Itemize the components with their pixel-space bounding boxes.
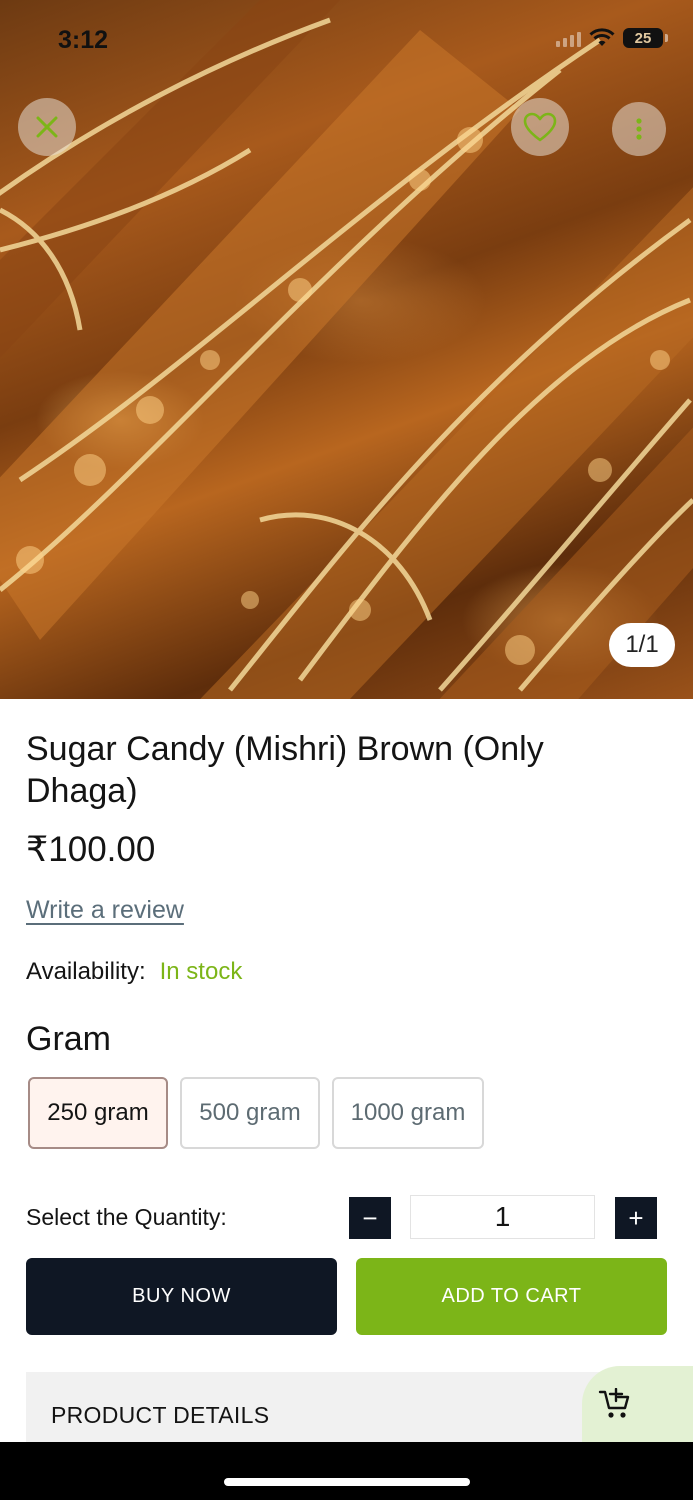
- availability-label: Availability:: [26, 958, 146, 985]
- floating-cart-button[interactable]: [582, 1366, 693, 1442]
- product-price: ₹100.00: [26, 830, 156, 869]
- more-vertical-icon: [636, 118, 642, 140]
- status-bar: 3:12 25: [0, 0, 693, 84]
- availability-row: Availability: In stock: [26, 958, 242, 986]
- product-image[interactable]: 3:12 25 1/1: [0, 0, 693, 699]
- status-icons: 25: [556, 28, 668, 48]
- signal-icon: [556, 29, 581, 47]
- more-options-button[interactable]: [612, 102, 666, 156]
- close-button[interactable]: [18, 98, 76, 156]
- product-details-label: PRODUCT DETAILS: [51, 1402, 270, 1428]
- variant-heading: Gram: [26, 1020, 111, 1058]
- variant-option-250-gram[interactable]: 250 gram: [28, 1077, 168, 1149]
- home-indicator[interactable]: [224, 1478, 470, 1486]
- quantity-increase-button[interactable]: +: [615, 1197, 657, 1239]
- variant-options: 250 gram 500 gram 1000 gram: [28, 1077, 484, 1149]
- buy-now-button[interactable]: BUY NOW: [26, 1258, 337, 1335]
- stock-status: In stock: [159, 958, 243, 985]
- home-bar: [0, 1442, 693, 1500]
- product-photo: [0, 0, 693, 699]
- product-title: Sugar Candy (Mishri) Brown (Only Dhaga): [26, 730, 544, 810]
- clock: 3:12: [58, 26, 109, 54]
- variant-option-500-gram[interactable]: 500 gram: [180, 1077, 320, 1149]
- quantity-input[interactable]: 1: [410, 1195, 595, 1239]
- variant-option-1000-gram[interactable]: 1000 gram: [332, 1077, 484, 1149]
- heart-icon: [523, 112, 557, 142]
- image-counter: 1/1: [609, 623, 675, 667]
- quantity-decrease-button[interactable]: −: [349, 1197, 391, 1239]
- battery-icon: 25: [623, 28, 668, 48]
- cart-add-icon: [598, 1388, 630, 1418]
- add-to-cart-button[interactable]: ADD TO CART: [356, 1258, 667, 1335]
- close-icon: [36, 116, 58, 138]
- quantity-label: Select the Quantity:: [26, 1204, 227, 1230]
- write-review-link[interactable]: Write a review: [26, 896, 184, 925]
- wishlist-button[interactable]: [511, 98, 569, 156]
- wifi-icon: [589, 28, 615, 46]
